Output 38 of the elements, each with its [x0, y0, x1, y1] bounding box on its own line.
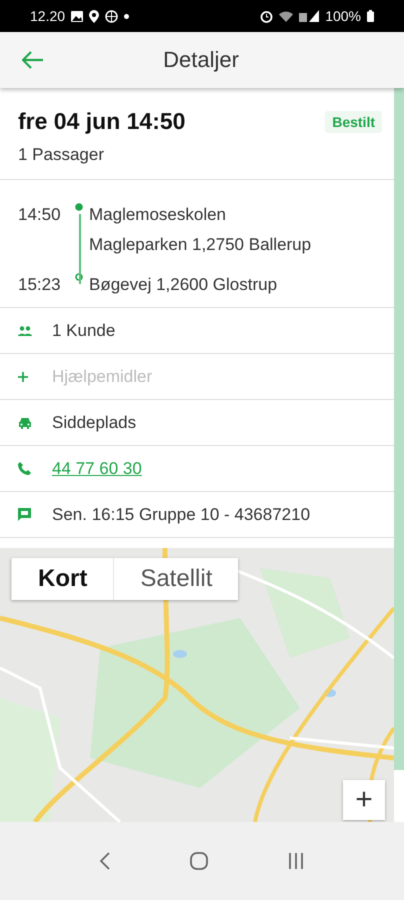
stop-ring-icon [74, 273, 82, 281]
phone-icon [18, 462, 31, 475]
signal-icon [299, 10, 320, 22]
zoom-in-button[interactable]: + [343, 780, 385, 820]
stop-time: 15:23 [18, 274, 62, 296]
map-type-tab[interactable]: Kort [11, 558, 114, 600]
stop-address: Maglemoseskolen [89, 204, 228, 226]
recent-apps-icon [288, 853, 304, 869]
map-type-tab[interactable]: Satellit [113, 558, 238, 600]
route-line [79, 214, 81, 284]
dot-icon [124, 14, 130, 18]
wifi-icon [279, 10, 294, 22]
battery-level: 100% [325, 8, 361, 24]
alarm-icon [260, 10, 274, 22]
globe-icon [105, 10, 118, 22]
home-icon [190, 852, 208, 870]
stop-address: Magleparken 1,2750 Ballerup [89, 234, 312, 256]
chevron-icon [100, 852, 110, 870]
people-icon [18, 326, 32, 336]
plus-icon [18, 372, 28, 382]
screen-title: Detaljer [162, 47, 240, 73]
status-badge: Bestilt [325, 110, 382, 132]
trip-date: fre 04 jun 14:50 [18, 108, 186, 135]
detail-text: Siddeplads [52, 412, 136, 432]
image-icon [71, 10, 84, 22]
location-icon [89, 10, 100, 22]
detail-text: 1 Kunde [52, 320, 116, 340]
battery-icon [367, 10, 374, 22]
message-icon [18, 508, 31, 521]
stop-dot-icon [74, 203, 82, 211]
passenger-count: 1 Passager [18, 145, 105, 165]
clock-time: 12.20 [30, 8, 66, 24]
detail-text: Sen. 16:15 Gruppe 10 - 43687210 [52, 504, 310, 524]
car-icon [18, 416, 32, 428]
back-arrow-icon [22, 51, 44, 69]
stop-address: Bøgevej 1,2600 Glostrup [89, 274, 278, 296]
detail-text: Hjælpemidler [52, 366, 152, 386]
stop-time: 14:50 [18, 204, 62, 226]
